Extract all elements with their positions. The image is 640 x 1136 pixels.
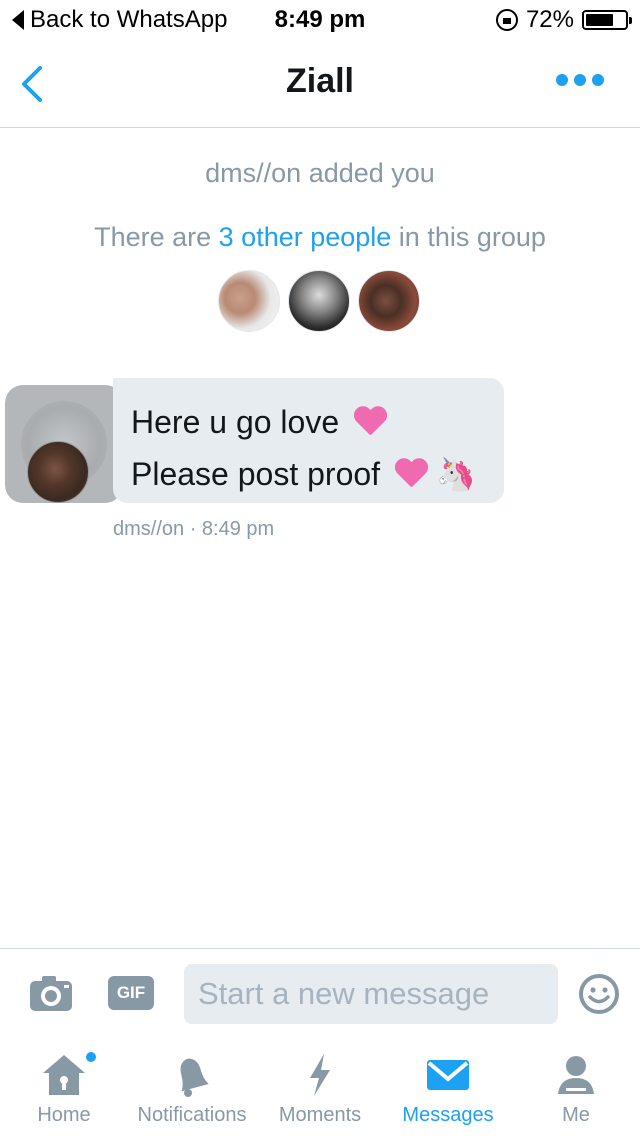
sender-avatar[interactable] xyxy=(27,441,89,503)
message-bubble[interactable]: Here u go love Please post proof 🦄 xyxy=(113,378,504,503)
tab-notifications[interactable]: Notifications xyxy=(128,1038,256,1136)
gif-button[interactable]: GIF xyxy=(108,976,154,1010)
tab-label: Notifications xyxy=(137,1104,247,1126)
group-text-suffix: in this group xyxy=(391,222,546,252)
tab-label: Home xyxy=(37,1104,91,1126)
group-text-prefix: There are xyxy=(94,222,219,252)
message-line-2: Please post proof xyxy=(131,456,381,492)
home-icon xyxy=(43,1055,85,1095)
tab-home[interactable]: Home xyxy=(0,1038,128,1136)
envelope-icon xyxy=(427,1060,469,1090)
other-people-link[interactable]: 3 other people xyxy=(219,222,392,252)
status-bar: Back to WhatsApp 8:49 pm 72% xyxy=(0,0,640,40)
tab-me[interactable]: Me xyxy=(512,1038,640,1136)
tab-bar: Home Notifications Moments Messages Me xyxy=(0,1038,640,1136)
lightning-icon xyxy=(310,1054,330,1096)
system-message-added: dms//on added you xyxy=(205,158,435,188)
message-input[interactable] xyxy=(184,964,558,1024)
message-line: Please post proof 🦄 xyxy=(131,448,486,500)
nav-bar: Ziall xyxy=(0,40,640,128)
message-composer: GIF xyxy=(0,948,640,1038)
person-icon xyxy=(558,1056,594,1094)
tab-messages[interactable]: Messages xyxy=(384,1038,512,1136)
system-message-group: There are 3 other people in this group xyxy=(0,222,640,253)
message-line: Here u go love xyxy=(131,396,486,448)
sender-avatar-highlight xyxy=(5,385,123,503)
bell-icon xyxy=(180,1058,209,1097)
more-options-icon[interactable] xyxy=(556,74,604,86)
unicorn-emoji-icon: 🦄 xyxy=(436,456,476,492)
status-right: 72% xyxy=(495,6,632,34)
member-avatar[interactable] xyxy=(288,270,350,332)
tab-label: Me xyxy=(562,1104,590,1126)
message-line-1: Here u go love xyxy=(131,404,340,440)
rotation-lock-icon xyxy=(495,9,518,31)
home-notification-dot xyxy=(86,1052,96,1062)
message-meta: dms//on · 8:49 pm xyxy=(113,518,275,540)
battery-icon xyxy=(582,10,632,30)
group-members xyxy=(218,270,428,332)
heart-emoji-icon xyxy=(353,407,387,437)
tab-label: Messages xyxy=(402,1104,494,1126)
tab-label: Moments xyxy=(278,1104,362,1126)
camera-icon[interactable] xyxy=(28,973,74,1013)
heart-emoji-icon xyxy=(394,459,428,489)
member-avatar[interactable] xyxy=(218,270,280,332)
conversation-title: Ziall xyxy=(285,62,355,100)
tab-moments[interactable]: Moments xyxy=(256,1038,384,1136)
battery-percent: 72% xyxy=(525,6,574,33)
member-avatar[interactable] xyxy=(358,270,420,332)
emoji-icon[interactable] xyxy=(578,973,620,1015)
